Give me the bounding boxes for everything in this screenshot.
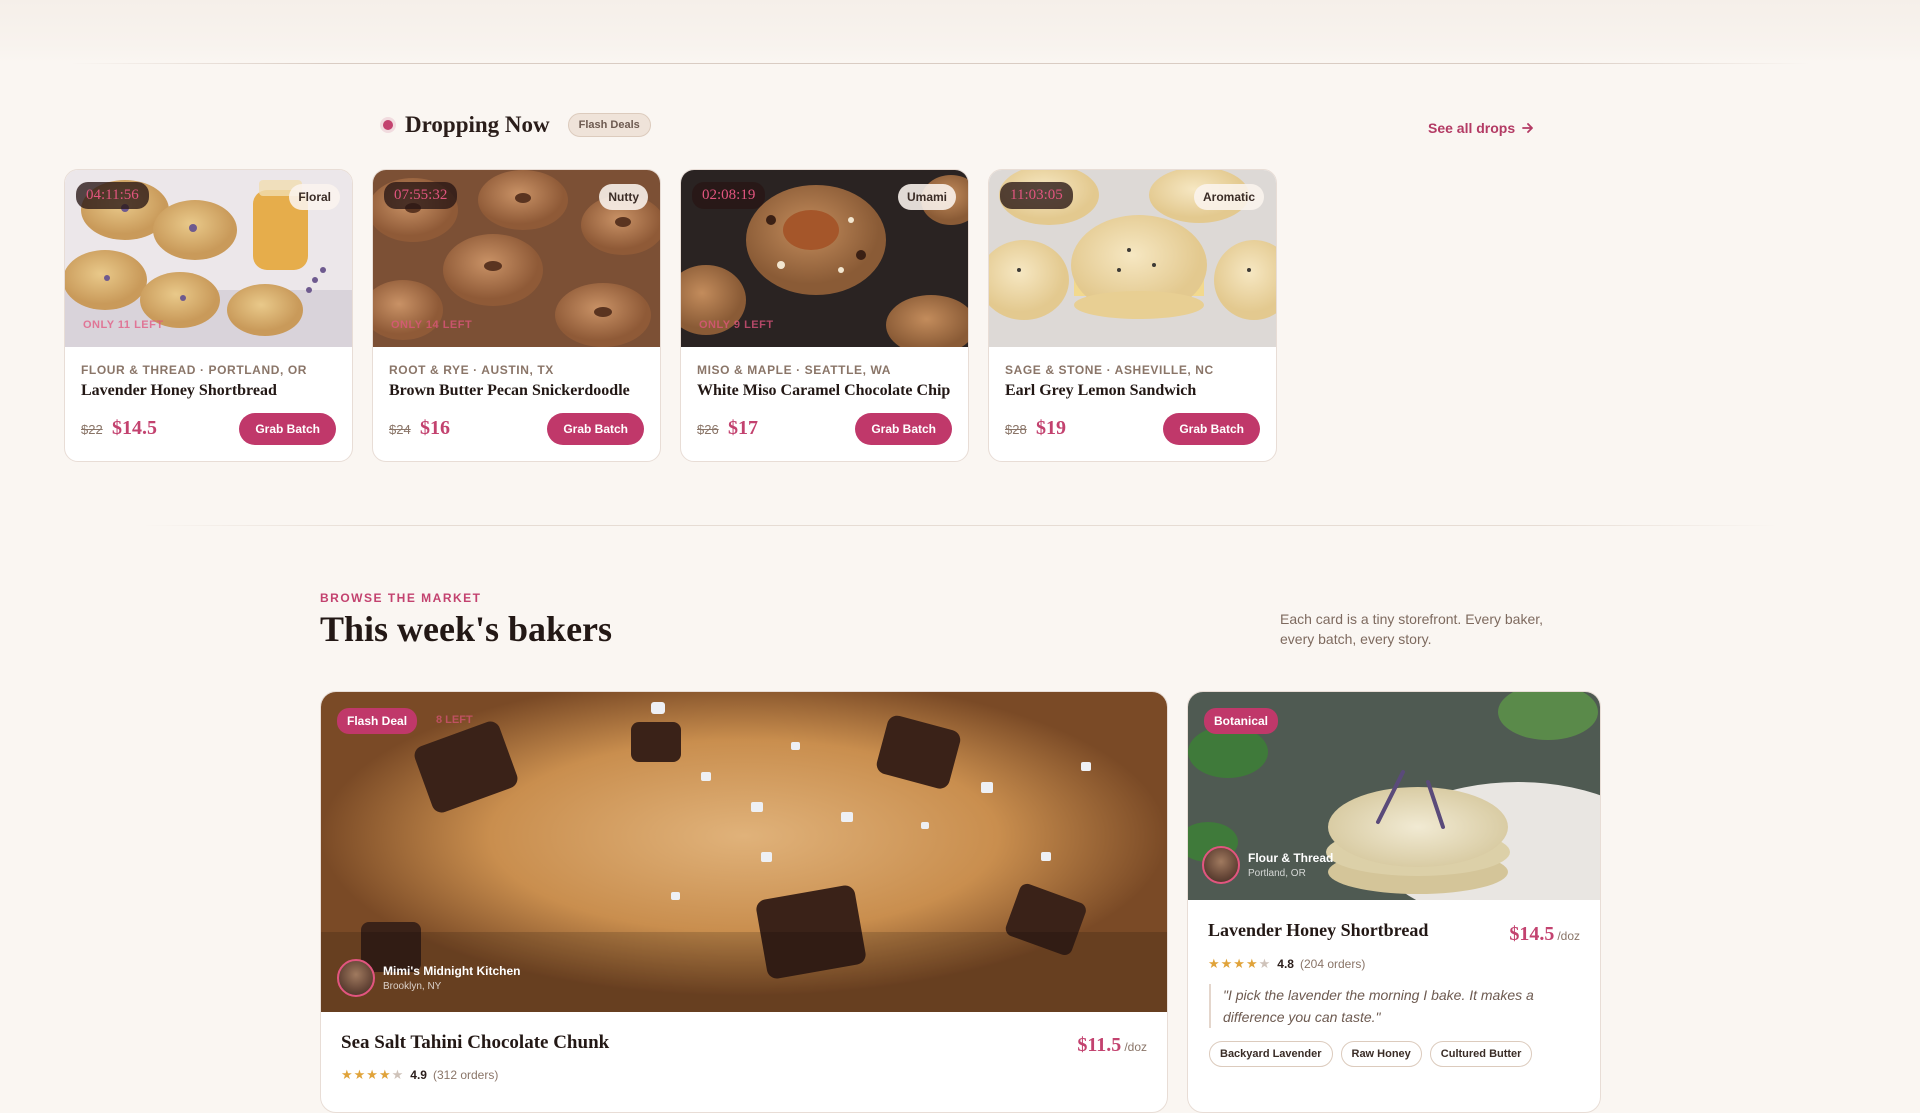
sale-price: $19 xyxy=(1036,417,1066,439)
flavor-tag: Aromatic xyxy=(1193,184,1264,210)
product-price: $14.5/doz xyxy=(1509,923,1580,946)
product-price: $11.5/doz xyxy=(1077,1034,1147,1057)
countdown-timer: 04:11:56 xyxy=(76,182,149,209)
stock-left-label: ONLY 11 LEFT xyxy=(83,319,164,331)
top-band xyxy=(0,0,1920,64)
countdown-timer: 07:55:32 xyxy=(384,182,458,209)
section-description: Each card is a tiny storefront. Every ba… xyxy=(1280,611,1544,647)
product-image: 07:55:32 Nutty ONLY 14 LEFT xyxy=(373,170,660,347)
product-image: Flash Deal 8 LEFT Mimi's Midnight Kitche… xyxy=(321,692,1167,1012)
original-price: $22 xyxy=(81,422,103,437)
drops-title: Dropping Now xyxy=(405,112,550,137)
star-rating-icon: ★★★★★ xyxy=(1208,956,1272,971)
avatar xyxy=(337,959,375,997)
grab-batch-button[interactable]: Grab Batch xyxy=(547,413,644,445)
star-rating-icon: ★★★★★ xyxy=(341,1067,405,1082)
product-name: White Miso Caramel Chocolate Chip xyxy=(697,382,951,399)
baker-quote: "I pick the lavender the morning I bake.… xyxy=(1209,984,1583,1028)
product-name: Lavender Honey Shortbread xyxy=(81,382,277,399)
sale-price: $16 xyxy=(420,417,450,439)
see-all-drops-link[interactable]: See all drops xyxy=(1428,120,1535,136)
drop-card[interactable]: 11:03:05 Aromatic SAGE & STONE · ASHEVIL… xyxy=(988,169,1277,462)
divider xyxy=(140,525,1780,526)
stock-left-label: 8 LEFT xyxy=(436,714,473,726)
flash-deal-badge: Flash Deal xyxy=(337,708,418,734)
sale-price: $17 xyxy=(728,417,758,439)
avatar xyxy=(1202,846,1240,884)
drops-header: Dropping Now Flash Deals xyxy=(383,112,651,138)
ingredient-chip[interactable]: Backyard Lavender xyxy=(1209,1041,1333,1067)
ingredient-chip[interactable]: Raw Honey xyxy=(1340,1041,1422,1067)
product-image: Botanical Flour & Thread Portland, OR xyxy=(1188,692,1600,900)
original-price: $26 xyxy=(697,422,719,437)
product-image: 04:11:56 Floral ONLY 11 LEFT xyxy=(65,170,352,347)
stock-left-label: ONLY 9 LEFT xyxy=(699,319,774,331)
baker-name: Mimi's Midnight Kitchen xyxy=(383,964,521,978)
flash-deals-badge: Flash Deals xyxy=(567,113,651,137)
countdown-timer: 02:08:19 xyxy=(692,182,766,209)
drop-card[interactable]: 07:55:32 Nutty ONLY 14 LEFT ROOT & RYE ·… xyxy=(372,169,661,462)
product-name: Sea Salt Tahini Chocolate Chunk xyxy=(341,1032,610,1053)
baker-meta: ROOT & RYE · AUSTIN, TX xyxy=(389,363,554,377)
baker-location: Portland, OR xyxy=(1248,868,1306,879)
price-unit: /doz xyxy=(1124,1040,1147,1054)
countdown-timer: 11:03:05 xyxy=(1000,182,1073,209)
flavor-tag: Nutty xyxy=(599,184,648,210)
section-eyebrow: BROWSE THE MARKET xyxy=(320,591,482,605)
product-image: 11:03:05 Aromatic xyxy=(989,170,1276,347)
original-price: $28 xyxy=(1005,422,1027,437)
section-title: This week's bakers xyxy=(320,609,613,649)
order-count: (204 orders) xyxy=(1299,957,1366,971)
baker-name: Flour & Thread xyxy=(1248,851,1334,865)
live-dot-icon xyxy=(383,120,393,130)
grab-batch-button[interactable]: Grab Batch xyxy=(855,413,952,445)
price-value: $11.5 xyxy=(1077,1034,1122,1056)
featured-product-card[interactable]: Flash Deal 8 LEFT Mimi's Midnight Kitche… xyxy=(320,691,1168,1113)
arrow-right-icon xyxy=(1522,123,1534,133)
ingredient-chips: Backyard Lavender Raw Honey Cultured But… xyxy=(1209,1041,1533,1067)
rating-value: 4.8 xyxy=(1277,957,1294,971)
drop-card[interactable]: 02:08:19 Umami ONLY 9 LEFT MISO & MAPLE … xyxy=(680,169,969,462)
price-unit: /doz xyxy=(1557,929,1580,943)
botanical-badge: Botanical xyxy=(1204,708,1279,734)
baker-meta: SAGE & STONE · ASHEVILLE, NC xyxy=(1005,363,1214,377)
grab-batch-button[interactable]: Grab Batch xyxy=(239,413,336,445)
original-price: $24 xyxy=(389,422,411,437)
drop-card[interactable]: 04:11:56 Floral ONLY 11 LEFT FLOUR & THR… xyxy=(64,169,353,462)
baker-meta: MISO & MAPLE · SEATTLE, WA xyxy=(697,363,892,377)
baker-location: Brooklyn, NY xyxy=(383,981,442,992)
rating: ★★★★★ 4.8 (204 orders) xyxy=(1208,956,1365,972)
product-name: Lavender Honey Shortbread xyxy=(1208,920,1429,940)
baker-meta: FLOUR & THREAD · PORTLAND, OR xyxy=(81,363,308,377)
grab-batch-button[interactable]: Grab Batch xyxy=(1163,413,1260,445)
flavor-tag: Floral xyxy=(289,184,340,210)
sale-price: $14.5 xyxy=(112,417,157,439)
product-name: Earl Grey Lemon Sandwich xyxy=(1005,382,1197,399)
stock-left-label: ONLY 14 LEFT xyxy=(391,319,473,331)
see-all-label: See all drops xyxy=(1428,120,1516,136)
baker-info[interactable]: Flour & Thread Portland, OR xyxy=(1202,846,1333,884)
price-value: $14.5 xyxy=(1509,923,1555,945)
divider xyxy=(70,63,1810,64)
product-image: 02:08:19 Umami ONLY 9 LEFT xyxy=(681,170,968,347)
rating: ★★★★★ 4.9 (312 orders) xyxy=(341,1067,498,1083)
baker-info[interactable]: Mimi's Midnight Kitchen Brooklyn, NY xyxy=(337,959,521,997)
ingredient-chip[interactable]: Cultured Butter xyxy=(1429,1041,1533,1067)
flavor-tag: Umami xyxy=(897,184,956,210)
product-name: Brown Butter Pecan Snickerdoodle xyxy=(389,382,630,399)
